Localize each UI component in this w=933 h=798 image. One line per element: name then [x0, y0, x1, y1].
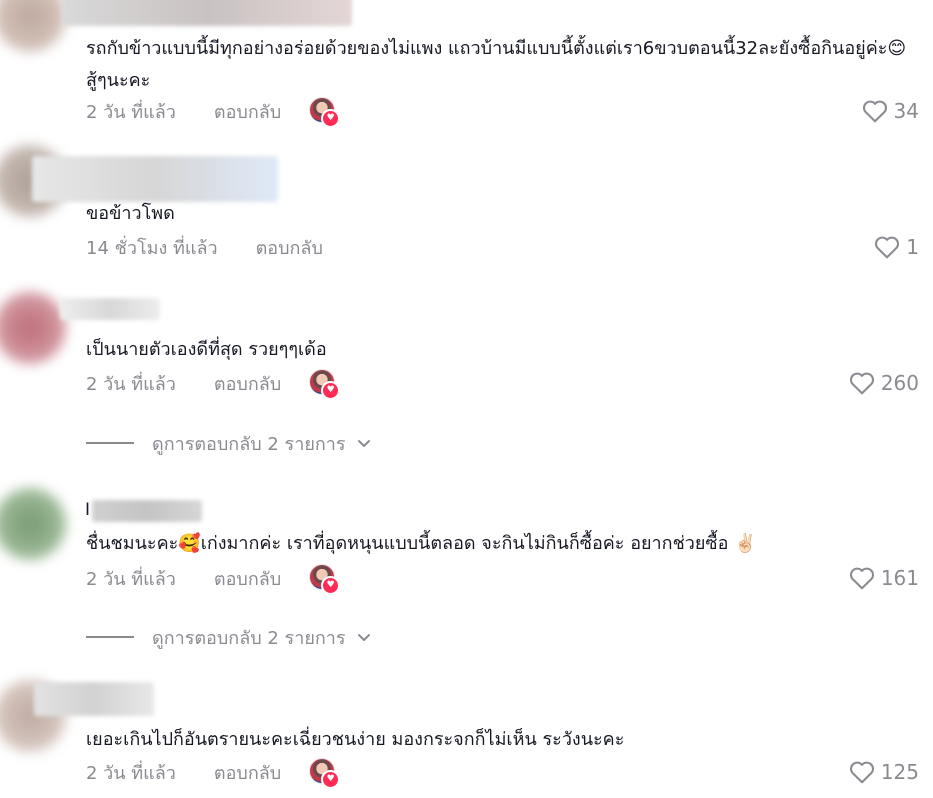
creator-liked-badge: ♥ [309, 564, 341, 595]
comment-timestamp: 2 วัน ที่แล้ว [86, 762, 176, 784]
like-button[interactable]: 260 [849, 368, 919, 398]
comment-meta: 14 ชั่วโมง ที่แล้ว ตอบกลับ [86, 232, 337, 262]
comment-text: ชื่นชมนะคะ🥰เก่งมากค่ะ เราที่อุดหนุนแบบนี… [86, 533, 757, 554]
comment-meta: 2 วัน ที่แล้ว ตอบกลับ ♥ [86, 96, 341, 128]
view-replies-button[interactable]: ดูการตอบกลับ 2 รายการ [86, 622, 372, 652]
heart-outline-icon [849, 761, 874, 784]
comment-timestamp: 2 วัน ที่แล้ว [86, 373, 176, 395]
heart-badge-icon: ♥ [321, 770, 341, 789]
comment-text: ขอข้าวโพด [86, 203, 175, 224]
view-replies-button[interactable]: ดูการตอบกลับ 2 รายการ [86, 428, 372, 458]
reply-button[interactable]: ตอบกลับ [214, 369, 281, 398]
like-count: 125 [880, 760, 919, 784]
reply-button[interactable]: ตอบกลับ [214, 758, 281, 787]
comment-feed: รถกับข้าวแบบนี้มีทุกอย่างอร่อยด้วยของไม่… [0, 0, 933, 798]
avatar[interactable] [0, 488, 66, 560]
like-button[interactable]: 1 [874, 232, 919, 262]
comment-timestamp: 14 ชั่วโมง ที่แล้ว [86, 237, 218, 259]
like-count: 260 [880, 371, 919, 395]
username-initial[interactable]: I [85, 500, 90, 520]
like-count: 161 [880, 566, 919, 590]
heart-outline-icon [875, 236, 900, 259]
heart-outline-icon [849, 567, 874, 590]
username-blurred[interactable] [60, 298, 160, 320]
heart-outline-icon [862, 100, 887, 123]
creator-liked-badge: ♥ [309, 97, 341, 128]
comment-timestamp: 2 วัน ที่แล้ว [86, 101, 176, 123]
comment-text: รถกับข้าวแบบนี้มีทุกอย่างอร่อยด้วยของไม่… [86, 38, 918, 91]
like-button[interactable]: 125 [849, 757, 919, 787]
creator-liked-badge: ♥ [309, 369, 341, 400]
view-replies-label: ดูการตอบกลับ 2 รายการ [152, 433, 346, 455]
divider-line [86, 636, 134, 638]
creator-liked-badge: ♥ [309, 758, 341, 789]
username-blurred[interactable] [62, 0, 352, 26]
heart-badge-icon: ♥ [321, 109, 341, 128]
avatar[interactable] [0, 292, 66, 364]
heart-badge-icon: ♥ [321, 381, 341, 400]
username-blurred[interactable] [32, 156, 278, 202]
comment-meta: 2 วัน ที่แล้ว ตอบกลับ ♥ [86, 757, 341, 789]
divider-line [86, 442, 134, 444]
username-blurred[interactable] [34, 682, 154, 716]
chevron-down-icon [357, 634, 370, 641]
like-count: 34 [893, 99, 919, 123]
reply-button[interactable]: ตอบกลับ [256, 233, 323, 262]
chevron-down-icon [357, 440, 370, 447]
like-button[interactable]: 161 [849, 563, 919, 593]
view-replies-label: ดูการตอบกลับ 2 รายการ [152, 627, 346, 649]
like-count: 1 [906, 235, 919, 259]
comment-text: เยอะเกินไปก็อันตรายนะคะเฉี่ยวชนง่าย มองก… [86, 729, 625, 750]
avatar[interactable] [0, 0, 66, 52]
heart-badge-icon: ♥ [321, 576, 341, 595]
reply-button[interactable]: ตอบกลับ [214, 564, 281, 593]
heart-outline-icon [849, 372, 874, 395]
comment-meta: 2 วัน ที่แล้ว ตอบกลับ ♥ [86, 368, 341, 400]
comment-text: เป็นนายตัวเองดีที่สุด รวยๆๆเด้อ [86, 339, 327, 360]
username-blurred[interactable] [92, 500, 202, 522]
comment-timestamp: 2 วัน ที่แล้ว [86, 568, 176, 590]
reply-button[interactable]: ตอบกลับ [214, 97, 281, 126]
comment-meta: 2 วัน ที่แล้ว ตอบกลับ ♥ [86, 563, 341, 595]
like-button[interactable]: 34 [862, 96, 919, 126]
